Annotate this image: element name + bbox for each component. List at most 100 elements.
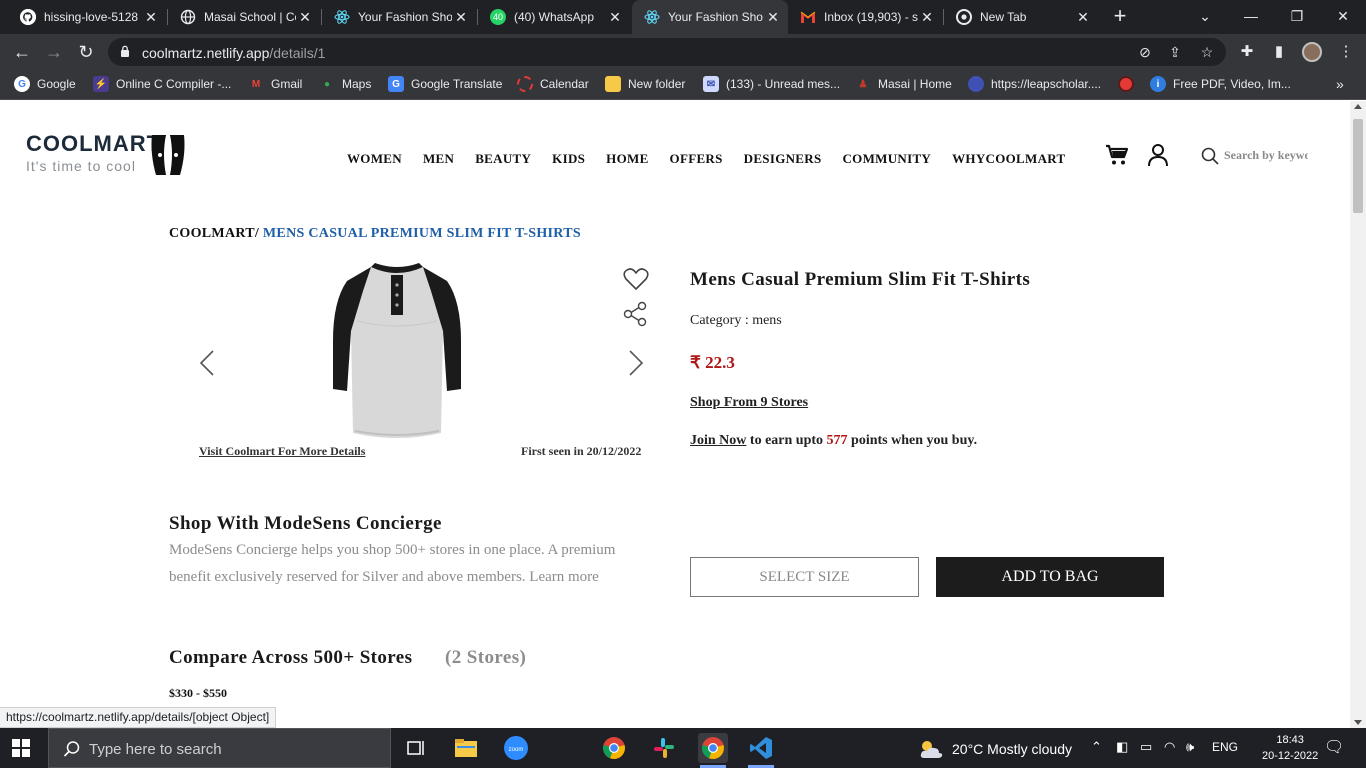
- new-tab-button[interactable]: +: [1108, 5, 1132, 29]
- tab-title: hissing-love-5128: [44, 10, 139, 24]
- tab-whatsapp[interactable]: 40 (40) WhatsApp ✕: [478, 0, 630, 34]
- bookmark-masai[interactable]: ♟ Masai | Home: [855, 76, 952, 92]
- tab-fashion-1[interactable]: Your Fashion Sho ✕: [322, 0, 476, 34]
- weather-widget[interactable]: 20°C Mostly cloudy: [918, 738, 1072, 760]
- chevron-right-icon[interactable]: »: [1336, 76, 1344, 92]
- battery-icon[interactable]: ▭: [1140, 739, 1152, 755]
- star-icon[interactable]: ☆: [1198, 43, 1216, 61]
- wifi-icon[interactable]: ◠: [1164, 739, 1175, 755]
- tab-masai[interactable]: Masai School | Co ✕: [168, 0, 320, 34]
- heart-icon[interactable]: [623, 267, 649, 291]
- zoom-icon[interactable]: zoom: [502, 734, 530, 762]
- eye-off-icon[interactable]: ⊘: [1136, 43, 1154, 61]
- address-bar[interactable]: coolmartz.netlify.app/details/1 ⊘ ⇪ ☆: [108, 38, 1226, 66]
- close-icon[interactable]: ✕: [296, 9, 314, 26]
- file-explorer-icon[interactable]: [452, 734, 480, 762]
- menu-dots-icon[interactable]: ⋮: [1336, 42, 1356, 62]
- bookmark-gmail[interactable]: M Gmail: [248, 76, 303, 92]
- nav-men[interactable]: MEN: [423, 151, 454, 167]
- breadcrumb-root[interactable]: COOLMART/: [169, 226, 259, 241]
- minimize-button[interactable]: —: [1228, 0, 1274, 34]
- select-size-button[interactable]: SELECT SIZE: [690, 557, 919, 597]
- bookmark-pdf[interactable]: i Free PDF, Video, Im...: [1150, 76, 1291, 92]
- logo-wordmark: COOLMART: [26, 131, 162, 156]
- tab-title: Your Fashion Sho: [668, 10, 763, 24]
- close-icon[interactable]: ✕: [764, 9, 782, 26]
- earn-suffix: points when you buy.: [847, 433, 978, 448]
- scroll-thumb[interactable]: [1353, 119, 1363, 213]
- breadcrumb-current[interactable]: MENS CASUAL PREMIUM SLIM FIT T-SHIRTS: [263, 226, 581, 241]
- bookmark-unread[interactable]: ✉ (133) - Unread mes...: [703, 76, 840, 92]
- nav-whycoolmart[interactable]: WHYCOOLMART: [952, 151, 1065, 167]
- close-icon[interactable]: ✕: [918, 9, 936, 26]
- slack-icon[interactable]: [650, 734, 678, 762]
- close-window-button[interactable]: ✕: [1320, 0, 1366, 34]
- task-view-icon[interactable]: [402, 734, 430, 762]
- share-icon[interactable]: [623, 301, 649, 327]
- product-category: Category : mens: [690, 313, 782, 328]
- shop-from-stores-link[interactable]: Shop From 9 Stores: [690, 395, 808, 411]
- scroll-down-icon[interactable]: [1354, 720, 1362, 725]
- reload-icon[interactable]: ↻: [74, 40, 98, 64]
- join-now-link[interactable]: Join Now: [690, 433, 746, 448]
- nav-women[interactable]: WOMEN: [347, 151, 402, 167]
- nav-home[interactable]: HOME: [606, 151, 648, 167]
- page-scrollbar[interactable]: [1350, 101, 1366, 728]
- share-icon[interactable]: ⇪: [1166, 43, 1184, 61]
- nav-community[interactable]: COMMUNITY: [842, 151, 931, 167]
- nav-kids[interactable]: KIDS: [552, 151, 585, 167]
- next-arrow-icon[interactable]: [628, 349, 644, 377]
- close-icon[interactable]: ✕: [1074, 9, 1092, 26]
- visit-coolmart-link[interactable]: Visit Coolmart For More Details: [199, 444, 365, 459]
- tab-github[interactable]: hissing-love-5128 ✕: [8, 0, 166, 34]
- bookmark-compiler[interactable]: ⚡ Online C Compiler -...: [93, 76, 231, 92]
- tab-new[interactable]: New Tab ✕: [944, 0, 1098, 34]
- back-arrow-icon[interactable]: ←: [10, 40, 34, 64]
- windows-start-icon[interactable]: [12, 739, 30, 757]
- user-icon[interactable]: [1147, 143, 1169, 167]
- restore-button[interactable]: ❐: [1274, 0, 1320, 34]
- bookmark-folder[interactable]: New folder: [605, 76, 685, 92]
- vscode-icon[interactable]: [747, 734, 775, 762]
- search-input[interactable]: [1224, 145, 1308, 165]
- bookmark-record[interactable]: [1118, 76, 1141, 92]
- avatar[interactable]: [1302, 42, 1322, 62]
- clock-time: 18:43: [1276, 734, 1304, 746]
- language-indicator[interactable]: ENG: [1212, 740, 1238, 754]
- nav-offers[interactable]: OFFERS: [670, 151, 723, 167]
- page-viewport: COOLMART It's time to cool WOMEN MEN BEA…: [0, 101, 1350, 728]
- tab-fashion-active[interactable]: Your Fashion Sho ✕: [632, 0, 788, 34]
- tab-search-chevron-icon[interactable]: ⌄: [1182, 0, 1228, 34]
- webcam-icon[interactable]: ◧: [1116, 739, 1128, 755]
- status-bar-url: https://coolmartz.netlify.app/details/[o…: [0, 707, 277, 728]
- chrome-profile-icon[interactable]: [698, 733, 728, 763]
- scroll-up-icon[interactable]: [1354, 104, 1362, 109]
- sidepanel-icon[interactable]: ▮: [1269, 42, 1289, 62]
- tab-title: New Tab: [980, 10, 1027, 24]
- tab-gmail[interactable]: Inbox (19,903) - s ✕: [788, 0, 942, 34]
- close-icon[interactable]: ✕: [606, 9, 624, 26]
- add-to-bag-button[interactable]: ADD TO BAG: [936, 557, 1164, 597]
- forward-arrow-icon[interactable]: →: [42, 40, 66, 64]
- site-logo[interactable]: COOLMART It's time to cool: [26, 131, 191, 179]
- nav-beauty[interactable]: BEAUTY: [475, 151, 531, 167]
- chrome-icon[interactable]: [600, 734, 628, 762]
- close-icon[interactable]: ✕: [452, 9, 470, 26]
- extensions-icon[interactable]: ✚: [1237, 42, 1257, 62]
- prev-arrow-icon[interactable]: [199, 349, 215, 377]
- close-icon[interactable]: ✕: [142, 9, 160, 26]
- notification-icon[interactable]: 🗨: [1324, 737, 1344, 757]
- bookmark-calendar[interactable]: Calendar: [517, 76, 589, 92]
- bookmark-maps[interactable]: ● Maps: [319, 76, 371, 92]
- points-value: 577: [826, 433, 848, 448]
- system-clock[interactable]: 18:43 20-12-2022: [1262, 732, 1318, 764]
- bookmark-translate[interactable]: G Google Translate: [388, 76, 502, 92]
- bookmark-leap[interactable]: https://leapscholar....: [968, 76, 1101, 92]
- chevron-up-icon[interactable]: ⌃: [1091, 739, 1102, 755]
- cart-icon[interactable]: [1105, 143, 1129, 167]
- volume-icon[interactable]: 🕪: [1186, 739, 1194, 755]
- search-icon[interactable]: [1201, 147, 1219, 165]
- nav-designers[interactable]: DESIGNERS: [744, 151, 822, 167]
- taskbar-search[interactable]: Type here to search: [48, 728, 391, 768]
- bookmark-google[interactable]: G Google: [14, 76, 76, 92]
